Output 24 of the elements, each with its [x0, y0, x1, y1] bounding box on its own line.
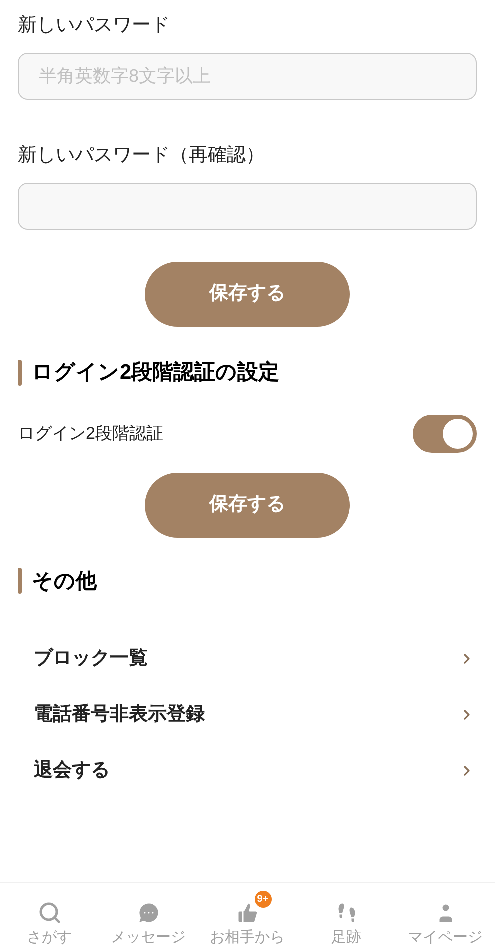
nav-tab[interactable]: 足跡 — [297, 883, 396, 951]
heading-accent-bar — [18, 568, 22, 594]
thumbs-up-icon — [236, 900, 260, 924]
toggle-switch[interactable] — [413, 414, 477, 452]
field-label: 新しいパスワード（再確認） — [18, 144, 266, 168]
menu-item[interactable]: ブロック一覧 — [18, 631, 477, 687]
password-field[interactable] — [18, 183, 477, 230]
section-heading: その他 — [32, 568, 97, 594]
search-icon — [38, 900, 62, 924]
menu-item[interactable]: 電話番号非表示登録 — [18, 687, 477, 743]
save-button[interactable]: 保存する — [145, 262, 350, 327]
toggle-label: ログイン2段階認証 — [18, 422, 164, 445]
nav-tab[interactable]: 9+ お相手から — [198, 883, 297, 951]
password-field[interactable]: 半角英数字8文字以上 — [18, 53, 477, 100]
notification-badge: 9+ — [254, 890, 272, 908]
field-label: 新しいパスワード — [18, 14, 171, 38]
save-button[interactable]: 保存する — [145, 472, 350, 538]
section-heading: ログイン2段階認証の設定 — [32, 360, 280, 386]
nav-tab[interactable]: さがす — [0, 883, 99, 951]
nav-tab[interactable]: メッセージ — [99, 883, 198, 951]
heading-accent-bar — [18, 360, 22, 386]
chat-bubble-icon — [136, 900, 160, 924]
nav-tab[interactable]: マイページ — [396, 883, 495, 951]
menu-item[interactable]: 退会する — [18, 743, 477, 799]
